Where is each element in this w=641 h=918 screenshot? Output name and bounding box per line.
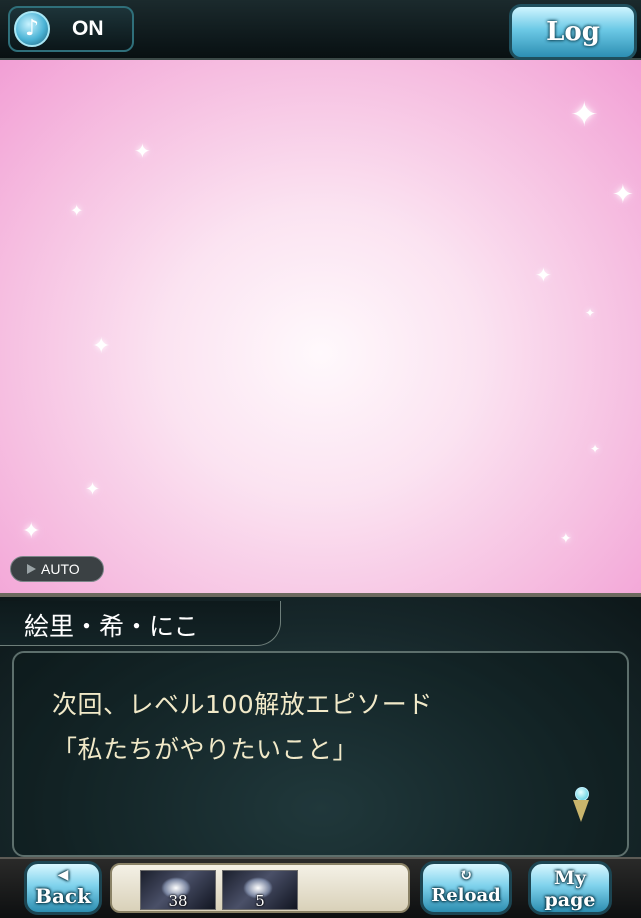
sparkle: ✦: [585, 306, 596, 320]
sparkle: ✦: [92, 334, 111, 359]
item-count: 5: [255, 892, 265, 910]
play-triangle-icon: [27, 564, 36, 574]
bottom-bar: ◀ Back 38 5 ↻ Reload My page: [0, 857, 641, 918]
speaker-nameplate: 絵里・希・にこ: [0, 601, 281, 646]
sparkle: ✦: [22, 519, 41, 544]
item-slot[interactable]: 38: [140, 870, 216, 910]
music-toggle-button[interactable]: ♪ ON: [8, 6, 134, 52]
log-button[interactable]: Log: [509, 4, 637, 60]
sparkle: ✦: [85, 479, 101, 500]
sparkle: ✦: [590, 442, 601, 456]
back-arrow-icon: ◀: [57, 867, 69, 883]
scene-background[interactable]: ✦ ✦ ✦ ✦ ✦ ✦ ✦ ✦ ✦ ✦ ✦ AUTO: [0, 60, 641, 593]
dialog-line: 「私たちがやりたいこと」: [52, 735, 359, 764]
mypage-button[interactable]: My page: [528, 861, 612, 915]
next-indicator-icon: [569, 787, 593, 825]
back-button[interactable]: ◀ Back: [24, 861, 102, 915]
sparkle: ✦: [70, 201, 84, 220]
back-label: Back: [35, 884, 91, 908]
sparkle: ✦: [535, 263, 552, 287]
item-count: 38: [168, 892, 188, 910]
item-slot[interactable]: 5: [222, 870, 298, 910]
reload-button[interactable]: ↻ Reload: [420, 861, 512, 915]
sparkle: ✦: [570, 95, 599, 135]
reload-icon: ↻: [459, 865, 473, 884]
top-bar: ♪ ON Log: [0, 0, 641, 60]
speaker-name: 絵里・希・にこ: [24, 612, 199, 641]
reload-label: Reload: [431, 885, 501, 906]
sparkle: ✦: [134, 139, 151, 163]
sparkle: ✦: [560, 531, 572, 547]
auto-button[interactable]: AUTO: [10, 556, 104, 582]
music-note-icon: ♪: [14, 11, 50, 47]
music-status-label: ON: [72, 17, 104, 40]
dialog-panel[interactable]: 絵里・希・にこ 次回、レベル100解放エピソード 「私たちがやりたいこと」: [0, 593, 641, 861]
dialog-textbox[interactable]: 次回、レベル100解放エピソード 「私たちがやりたいこと」: [12, 651, 629, 857]
auto-label: AUTO: [41, 561, 80, 577]
sparkle: ✦: [612, 180, 634, 210]
dialog-line: 次回、レベル100解放エピソード: [52, 690, 433, 719]
mypage-label-line1: My: [553, 867, 587, 889]
mypage-label-line2: page: [544, 889, 596, 911]
item-tray: 38 5: [110, 863, 410, 913]
